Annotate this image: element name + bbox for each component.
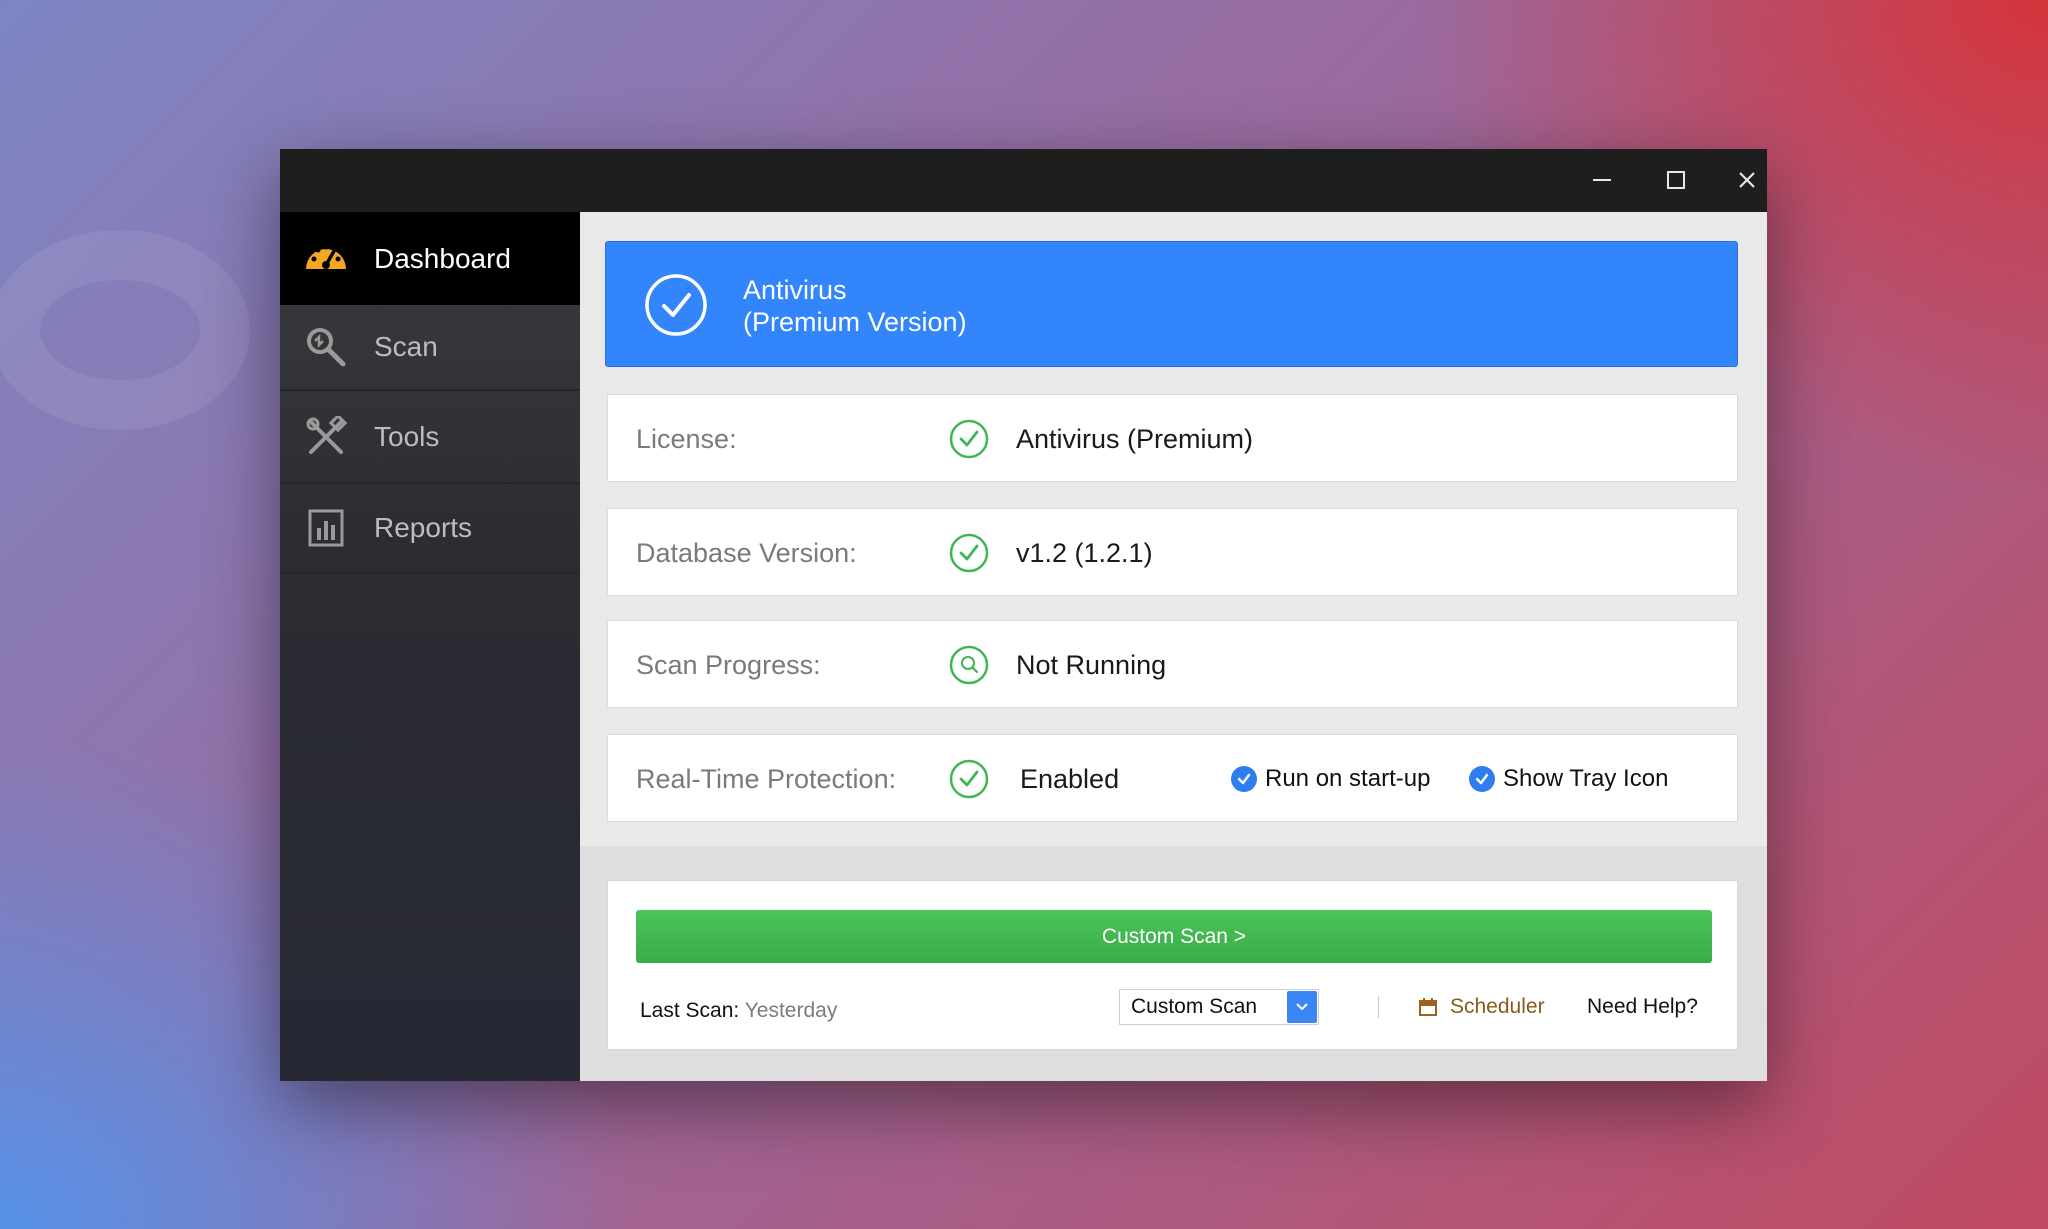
checkmark-icon <box>1231 766 1257 792</box>
license-value: Antivirus (Premium) <box>1016 424 1254 454</box>
license-label: License: <box>636 424 737 454</box>
run-on-startup-label: Run on start-up <box>1265 765 1431 792</box>
run-on-startup-checkbox[interactable]: Run on start-up <box>1231 735 1430 823</box>
realtime-protection-row: Real-Time Protection: Enabled Run on sta… <box>607 734 1738 822</box>
app-window: Dashboard Scan Tools Reports Antivirus (… <box>280 149 1767 1081</box>
realtime-protection-label: Real-Time Protection: <box>636 764 897 794</box>
background-decoration <box>0 230 250 430</box>
product-edition: (Premium Version) <box>743 307 967 337</box>
search-circle-icon <box>949 645 989 685</box>
show-tray-icon-label: Show Tray Icon <box>1503 765 1669 792</box>
scan-type-selected: Custom Scan <box>1131 995 1258 1018</box>
magnifier-icon <box>302 323 350 371</box>
close-button[interactable] <box>1717 157 1777 203</box>
check-circle-icon <box>949 759 989 799</box>
scan-progress-value: Not Running <box>1016 650 1167 680</box>
product-title: Antivirus <box>743 275 847 305</box>
license-row: License: Antivirus (Premium) <box>607 394 1738 482</box>
title-bar <box>280 149 1767 212</box>
database-label: Database Version: <box>636 538 857 568</box>
sidebar-item-label: Scan <box>374 331 438 362</box>
checkmark-icon <box>1469 766 1495 792</box>
minimize-button[interactable] <box>1572 157 1632 203</box>
speedometer-icon <box>302 235 350 283</box>
maximize-button[interactable] <box>1646 157 1706 203</box>
close-icon <box>1739 172 1755 188</box>
calendar-icon <box>1419 998 1437 1016</box>
last-scan-info: Last Scan: Yesterday <box>640 999 837 1023</box>
tools-icon <box>302 413 350 461</box>
realtime-protection-value: Enabled <box>1020 764 1120 794</box>
sidebar-item-reports[interactable]: Reports <box>280 484 580 574</box>
scan-progress-row: Scan Progress: Not Running <box>607 620 1738 708</box>
sidebar-item-tools[interactable]: Tools <box>280 391 580 484</box>
last-scan-label: Last Scan: <box>640 999 740 1022</box>
separator <box>1378 996 1379 1018</box>
sidebar-item-label: Reports <box>374 512 473 543</box>
sidebar-item-label: Dashboard <box>374 242 511 274</box>
scan-actions-panel: Custom Scan > Last Scan: Yesterday Custo… <box>607 880 1738 1050</box>
sidebar-item-scan[interactable]: Scan <box>280 305 580 391</box>
show-tray-icon-checkbox[interactable]: Show Tray Icon <box>1469 735 1668 823</box>
product-banner: Antivirus (Premium Version) <box>605 241 1738 367</box>
scheduler-link[interactable]: Scheduler <box>1418 989 1545 1025</box>
sidebar-item-label: Tools <box>374 420 440 452</box>
sidebar: Dashboard Scan Tools Reports <box>280 212 580 1081</box>
bar-chart-icon <box>302 504 350 552</box>
sidebar-item-dashboard[interactable]: Dashboard <box>280 212 580 305</box>
check-circle-icon <box>645 274 707 336</box>
custom-scan-button[interactable]: Custom Scan > <box>636 910 1712 963</box>
scheduler-label: Scheduler <box>1450 995 1545 1018</box>
last-scan-value: Yesterday <box>744 999 838 1022</box>
chevron-down-icon <box>1287 991 1317 1023</box>
database-row: Database Version: v1.2 (1.2.1) <box>607 508 1738 596</box>
scan-progress-label: Scan Progress: <box>636 650 821 680</box>
minimize-icon <box>1593 179 1611 181</box>
dashboard-content: Antivirus (Premium Version) License: Ant… <box>580 212 1767 1081</box>
maximize-icon <box>1667 171 1685 189</box>
check-circle-icon <box>949 533 989 573</box>
need-help-link[interactable]: Need Help? <box>1587 989 1698 1025</box>
scan-type-select[interactable]: Custom Scan <box>1119 989 1319 1025</box>
check-circle-icon <box>949 419 989 459</box>
product-name: Antivirus (Premium Version) <box>743 274 967 338</box>
database-version: v1.2 (1.2.1) <box>1016 538 1153 568</box>
